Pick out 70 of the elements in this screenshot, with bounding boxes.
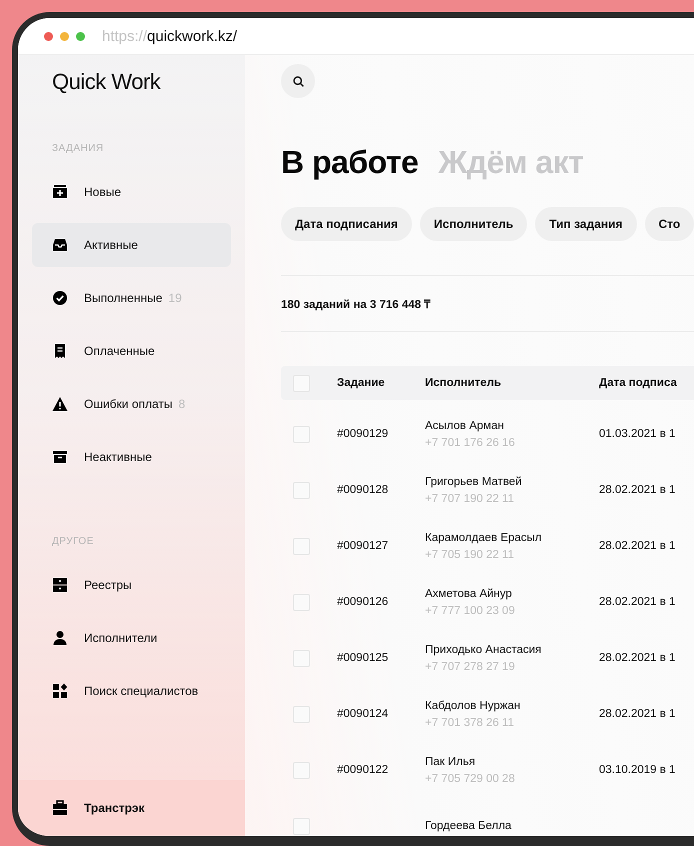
performer-phone: +7 701 176 26 16	[425, 436, 516, 448]
maximize-window-dot[interactable]	[76, 32, 85, 40]
tray-icon	[52, 237, 68, 253]
address-bar-url[interactable]: https://quickwork.kz/	[102, 28, 238, 44]
sidebar-item[interactable]: Активные	[32, 223, 231, 267]
sidebar-item[interactable]: Реестры	[32, 563, 231, 607]
performer-phone: +7 707 278 27 19	[425, 660, 516, 672]
performer-name: Кабдолов Нуржан	[425, 700, 522, 712]
task-number: #0090127	[337, 540, 390, 552]
company-switcher[interactable]: Транстрэк	[18, 780, 245, 836]
item-count: 19	[168, 291, 182, 305]
sidebar-item[interactable]: Оплаченные	[32, 329, 231, 373]
performer-phone: +7 701 378 26 11	[425, 716, 515, 728]
signing-date: 28.02.2021 в 1	[599, 484, 676, 496]
performer-phone: +7 707 190 22 11	[425, 492, 515, 504]
task-number: #0090125	[337, 652, 390, 664]
warning-icon	[52, 396, 68, 412]
task-number: #0090129	[337, 428, 390, 440]
sidebar-item[interactable]: Новые	[32, 170, 231, 214]
drawers-icon	[52, 577, 68, 593]
signing-date: 28.02.2021 в 1	[599, 540, 676, 552]
search-button[interactable]	[281, 64, 315, 98]
close-window-dot[interactable]	[44, 32, 53, 40]
inbox-plus-icon	[52, 184, 68, 200]
filter-chip[interactable]: Сто	[644, 207, 694, 241]
signing-date: 03.10.2019 в 1	[599, 764, 676, 776]
item-count: 8	[178, 397, 186, 411]
receipt-icon	[52, 343, 68, 359]
filter-chip[interactable]: Тип задания	[535, 207, 637, 241]
filter-chip[interactable]: Дата подписания	[281, 207, 412, 241]
performer-name: Пак Илья	[425, 756, 476, 768]
signing-date: 01.03.2021 в 1	[599, 428, 676, 440]
signing-date: 28.02.2021 в 1	[599, 652, 676, 664]
column-header[interactable]: Дата подписа	[599, 377, 694, 389]
tasks-summary: 180 заданий на 3 716 448 ₸	[281, 298, 432, 313]
performer-name: Асылов Арман	[425, 420, 505, 432]
task-number: #0090128	[337, 484, 390, 496]
section-heading: ЗАДАНИЯ	[52, 143, 105, 154]
signing-date: 28.02.2021 в 1	[599, 708, 676, 720]
briefcase-icon	[52, 800, 68, 816]
performer-name: Григорьев Матвей	[425, 476, 523, 488]
performer-name: Приходько Анастасия	[425, 644, 542, 656]
performer-phone: +7 705 190 22 11	[425, 548, 515, 560]
filter-chip[interactable]: Исполнитель	[420, 207, 528, 241]
sidebar-item[interactable]: Исполнители	[32, 616, 231, 660]
row-checkbox[interactable]	[293, 818, 310, 834]
person-icon	[52, 630, 68, 646]
performer-name: Карамолдаев Ерасыл	[425, 532, 543, 544]
performer-phone: +7 777 100 23 09	[425, 604, 516, 616]
widgets-icon	[52, 683, 68, 699]
signing-date: 28.02.2021 в 1	[599, 596, 676, 608]
task-number: #0090122	[337, 764, 390, 776]
sidebar-item[interactable]: Неактивные	[32, 435, 231, 479]
sidebar-item[interactable]: Выполненные 19	[32, 276, 231, 320]
column-header[interactable]: Исполнитель	[425, 377, 599, 389]
performer-name: Гордеева Белла	[425, 820, 512, 832]
archive-box-icon	[52, 449, 68, 465]
column-header[interactable]: Задание	[337, 377, 425, 389]
performer-phone: +7 705 729 00 28	[425, 772, 516, 784]
check-circle-icon	[52, 290, 68, 306]
task-number: #0090124	[337, 708, 390, 720]
sidebar-item[interactable]: Ошибки оплаты 8	[32, 382, 231, 426]
task-number: #0090126	[337, 596, 390, 608]
section-heading: ДРУГОЕ	[52, 536, 95, 547]
performer-name: Ахметова Айнур	[425, 588, 513, 600]
status-tab[interactable]: В работе	[281, 144, 418, 181]
search-icon	[292, 74, 304, 88]
minimize-window-dot[interactable]	[60, 32, 69, 40]
sidebar-item[interactable]: Поиск специалистов	[32, 669, 231, 713]
app-logo[interactable]: Quick Work	[52, 69, 245, 95]
